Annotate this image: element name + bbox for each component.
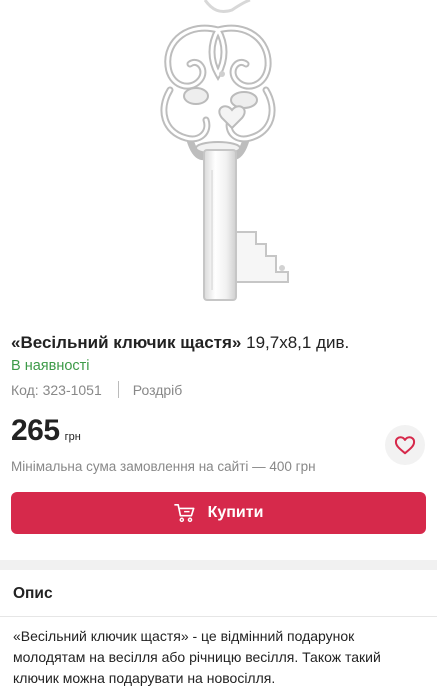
- min-order-note: Мінімальна сума замовлення на сайті — 40…: [11, 459, 316, 474]
- product-card: «Весільний ключик щастя» 19,7х8,1 див. В…: [0, 312, 437, 570]
- description-rule: [0, 616, 437, 617]
- section-divider: [0, 560, 437, 570]
- product-title: «Весільний ключик щастя» 19,7х8,1 див.: [11, 332, 426, 354]
- product-image[interactable]: [0, 0, 437, 312]
- buy-button[interactable]: Купити: [11, 492, 426, 534]
- product-meta: Код: 323-1051 Роздріб: [11, 381, 182, 398]
- description-section: Опис «Весільний ключик щастя» - це відмі…: [0, 570, 437, 700]
- sale-type: Роздріб: [132, 381, 183, 398]
- price: 265 грн: [11, 414, 81, 448]
- favorite-button[interactable]: [385, 425, 425, 465]
- price-currency: грн: [64, 431, 81, 443]
- product-name: «Весільний ключик щастя»: [11, 333, 242, 352]
- heart-outline-icon: [394, 436, 416, 455]
- product-code: Код: 323-1051: [11, 381, 102, 398]
- description-heading: Опис: [13, 585, 53, 602]
- key-illustration: [160, 0, 289, 301]
- cart-icon: [173, 504, 195, 523]
- description-text: «Весільний ключик щастя» - це відмінний …: [13, 628, 381, 686]
- price-value: 265: [11, 414, 60, 447]
- product-size: 19,7х8,1 див.: [246, 333, 350, 352]
- buy-button-label: Купити: [207, 504, 264, 521]
- meta-divider: [117, 381, 119, 398]
- availability-status: В наявності: [11, 358, 90, 374]
